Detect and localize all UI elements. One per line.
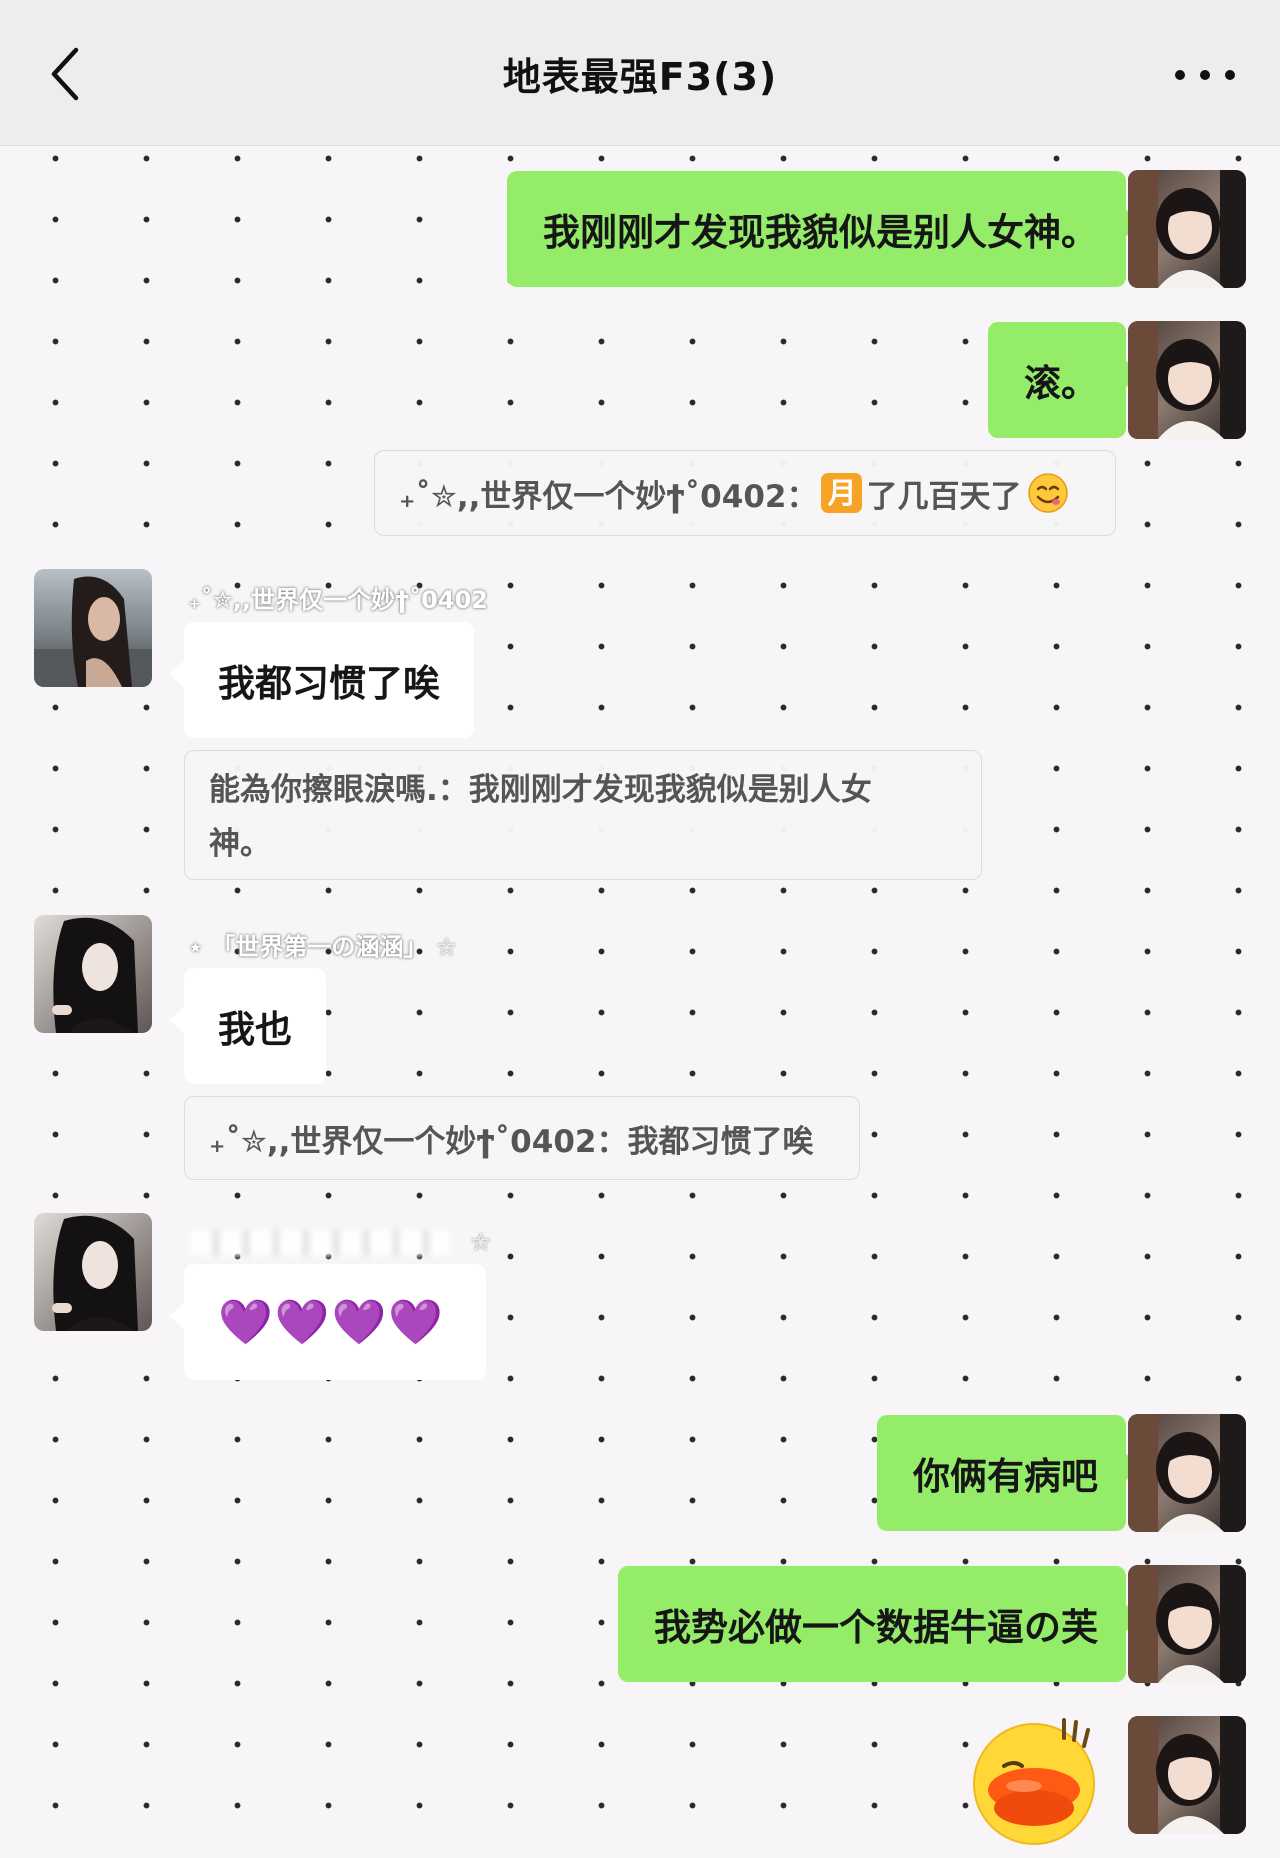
quote-text: ₊˚✮,,世界仅一个妙ϯ˚0402：我都习惯了唉 [209,1123,814,1160]
quoted-message[interactable]: ₊˚✮,,世界仅一个妙ϯ˚0402： 月 了几百天了 [374,450,1116,536]
sender-name-suffix: ☆ [470,1228,492,1256]
duck-lips-sticker[interactable] [964,1712,1100,1848]
month-badge: 月 [821,473,863,513]
purple-hearts-emoji: 💜💜💜💜 [218,1297,446,1348]
message-text: 我刚刚才发现我貌似是别人女神。 [543,211,1098,254]
member-avatar[interactable] [34,915,152,1033]
message-text: 我也 [218,1008,292,1051]
quoted-message[interactable]: ₊˚✮,,世界仅一个妙ϯ˚0402：我都习惯了唉 [184,1096,860,1180]
message-text: 我都习惯了唉 [218,662,440,705]
my-avatar[interactable] [1128,170,1246,288]
member-avatar[interactable] [34,569,152,687]
my-avatar[interactable] [1128,1565,1246,1683]
my-message-bubble[interactable]: 我势必做一个数据牛逼の芙 [618,1566,1141,1682]
message-text: 滚。 [1024,362,1098,405]
chat-header: 地表最强F3(3) [0,0,1280,146]
quote-text: ₊˚✮,,世界仅一个妙ϯ˚0402： [399,478,818,515]
my-message-bubble[interactable]: 滚。 [988,322,1141,438]
member-avatar[interactable] [34,1213,152,1331]
sender-name: ₊˚✮,,世界仅一个妙ϯ˚0402 [188,586,488,614]
my-message-bubble[interactable]: 我刚刚才发现我貌似是别人女神。 [507,171,1141,287]
my-avatar[interactable] [1128,321,1246,439]
quote-text-suffix: 了几百天了 [866,478,1022,515]
message-text: 你俩有病吧 [913,1455,1098,1498]
more-options-icon[interactable] [1170,60,1240,90]
sender-name-blurred [190,1230,450,1256]
smiling-face-icon [1028,473,1069,513]
my-message-bubble[interactable]: 你俩有病吧 [877,1415,1141,1531]
my-avatar[interactable] [1128,1716,1246,1834]
member-message-bubble[interactable]: 我都习惯了唉 [169,622,474,738]
quote-text: 能為你擦眼淚嗎.：我刚刚才发现我貌似是别人女神。 [209,772,872,862]
message-text: 我势必做一个数据牛逼の芙 [654,1606,1098,1649]
sender-name: ⋆ 「世界第一の涵涵」 ☆ [188,933,458,961]
member-message-bubble[interactable]: 我也 [169,968,326,1084]
member-message-bubble[interactable]: 💜💜💜💜 [169,1264,486,1380]
chat-title: 地表最强F3(3) [502,55,778,99]
my-avatar[interactable] [1128,1414,1246,1532]
quoted-message[interactable]: 能為你擦眼淚嗎.：我刚刚才发现我貌似是别人女神。 [184,750,982,880]
